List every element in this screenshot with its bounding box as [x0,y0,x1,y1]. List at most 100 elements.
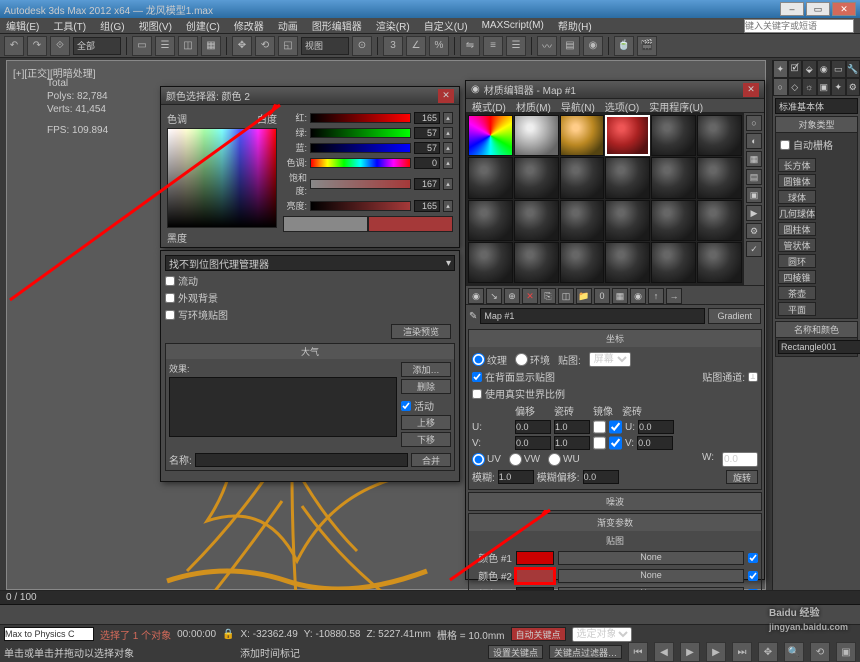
time-slider[interactable]: 0 / 100 [0,591,860,605]
close-button[interactable]: ✕ [832,2,856,16]
select-button[interactable]: ▭ [132,36,152,56]
geometry-dropdown[interactable]: 标准基本体 [775,98,858,114]
tab-display[interactable]: ▭ [831,60,846,78]
make-copy-icon[interactable]: ⎘ [540,288,556,304]
render-setup-button[interactable]: 🍵 [614,36,634,56]
autokey-button[interactable]: 自动关键点 [511,627,566,641]
link-button[interactable]: ⟐ [50,36,70,56]
refcoord-dropdown[interactable]: 视图 [301,37,349,55]
menu-animation[interactable]: 动画 [278,18,298,33]
pivot-button[interactable]: ⊙ [352,36,372,56]
blur-offset-input[interactable] [583,470,619,484]
mapping-dropdown[interactable]: 屏幕 [589,352,631,367]
color2-map-button[interactable]: None [558,569,744,583]
menu-create[interactable]: 创建(C) [186,18,220,33]
assign-icon[interactable]: ⊕ [504,288,520,304]
menu-tools[interactable]: 工具(T) [53,18,86,33]
btn-pyramid[interactable]: 四棱锥 [778,270,816,284]
select-name-button[interactable]: ☰ [155,36,175,56]
go-sibling-icon[interactable]: → [666,288,682,304]
radio-wu[interactable] [548,453,561,466]
me-menu-material[interactable]: 材质(M) [516,99,551,112]
autogrid-checkbox[interactable] [780,140,790,150]
color-picker-close[interactable]: ✕ [438,89,454,103]
play-prev-icon[interactable]: ◀ [654,642,674,662]
slot-1[interactable] [468,115,513,156]
undo-button[interactable]: ↶ [4,36,24,56]
sat-slider[interactable] [310,179,411,189]
slot-4-active[interactable] [605,115,650,156]
window-crossing-button[interactable]: ▦ [201,36,221,56]
rotate-button[interactable]: ⟲ [255,36,275,56]
put-to-scene-icon[interactable]: ↘ [486,288,502,304]
radio-uv[interactable] [472,453,485,466]
select-by-mat-icon[interactable]: ✓ [746,241,762,257]
render-preview-button[interactable]: 渲染预览 [391,324,451,339]
keyfilter-button[interactable]: 关键点过滤器… [549,645,622,659]
menu-customize[interactable]: 自定义(U) [424,18,468,33]
rotate-button[interactable]: 旋转 [726,470,758,484]
coords-rollout-header[interactable]: 坐标 [469,330,761,347]
make-unique-icon[interactable]: ◫ [558,288,574,304]
btn-geosphere[interactable]: 几何球体 [778,206,816,220]
slot-5[interactable] [651,115,696,156]
merge-button[interactable]: 合并 [411,453,451,467]
me-menu-options[interactable]: 选项(O) [605,99,639,112]
bitmap-proxy-dropdown[interactable]: 找不到位图代理管理器▾ [165,255,455,271]
slot-7[interactable] [468,157,513,198]
moveup-button[interactable]: 上移 [401,415,451,430]
subtab-geometry[interactable]: ○ [773,78,788,96]
red-spinner[interactable]: ▴ [443,112,453,124]
slot-6[interactable] [697,115,742,156]
select-rect-button[interactable]: ◫ [178,36,198,56]
menu-maxscript[interactable]: MAXScript(M) [482,20,544,31]
mat-id-icon[interactable]: 0 [594,288,610,304]
val-slider[interactable] [310,201,411,211]
help-search-input[interactable] [744,19,854,33]
nav-zoom-icon[interactable]: 🔍 [784,642,804,662]
setkey-button[interactable]: 设置关键点 [488,645,543,659]
move-button[interactable]: ✥ [232,36,252,56]
nav-orbit-icon[interactable]: ⟲ [810,642,830,662]
menu-edit[interactable]: 编辑(E) [6,18,39,33]
options-icon[interactable]: ⚙ [746,223,762,239]
play-icon[interactable]: ▶ [680,642,700,662]
maxscript-input[interactable] [4,627,94,641]
menu-modifiers[interactable]: 修改器 [234,18,264,33]
btn-sphere[interactable]: 球体 [778,190,816,204]
backlight-icon[interactable]: ◐ [746,133,762,149]
show-back-checkbox[interactable] [472,372,482,382]
noise-rollout-header[interactable]: 噪波 [469,493,761,510]
menu-rendering[interactable]: 渲染(R) [376,18,410,33]
redo-button[interactable]: ↷ [27,36,47,56]
v-tile-input[interactable] [554,436,590,450]
addtime-label[interactable]: 添加时间标记 [240,645,300,660]
me-menu-navigate[interactable]: 导航(N) [561,99,595,112]
me-menu-mode[interactable]: 模式(D) [472,99,506,112]
percent-snap-button[interactable]: % [429,36,449,56]
red-slider[interactable] [310,113,411,123]
play-end-icon[interactable]: ⏭ [732,642,752,662]
minimize-button[interactable]: – [780,2,804,16]
add-effect-button[interactable]: 添加… [401,362,451,377]
real-world-checkbox[interactable] [472,389,482,399]
btn-box[interactable]: 长方体 [778,158,816,172]
btn-teapot[interactable]: 茶壶 [778,286,816,300]
subtab-systems[interactable]: ⚙ [846,78,860,96]
tab-motion[interactable]: ◉ [817,60,832,78]
object-name-input[interactable] [778,340,860,354]
selection-filter-dropdown[interactable]: 全部 [73,37,121,55]
slot-2[interactable] [514,115,559,156]
material-editor-button[interactable]: ◉ [583,36,603,56]
maximize-button[interactable]: ▭ [806,2,830,16]
u-offset-input[interactable] [515,420,551,434]
sample-type-icon[interactable]: ○ [746,115,762,131]
preview-icon[interactable]: ▶ [746,205,762,221]
map-channel-input[interactable] [748,372,758,382]
movedown-button[interactable]: 下移 [401,432,451,447]
subtab-lights[interactable]: ☼ [802,78,817,96]
eyedropper-icon[interactable]: ✎ [469,311,477,322]
menu-views[interactable]: 视图(V) [139,18,172,33]
sample-uv-icon[interactable]: ▤ [746,169,762,185]
video-check-icon[interactable]: ▣ [746,187,762,203]
